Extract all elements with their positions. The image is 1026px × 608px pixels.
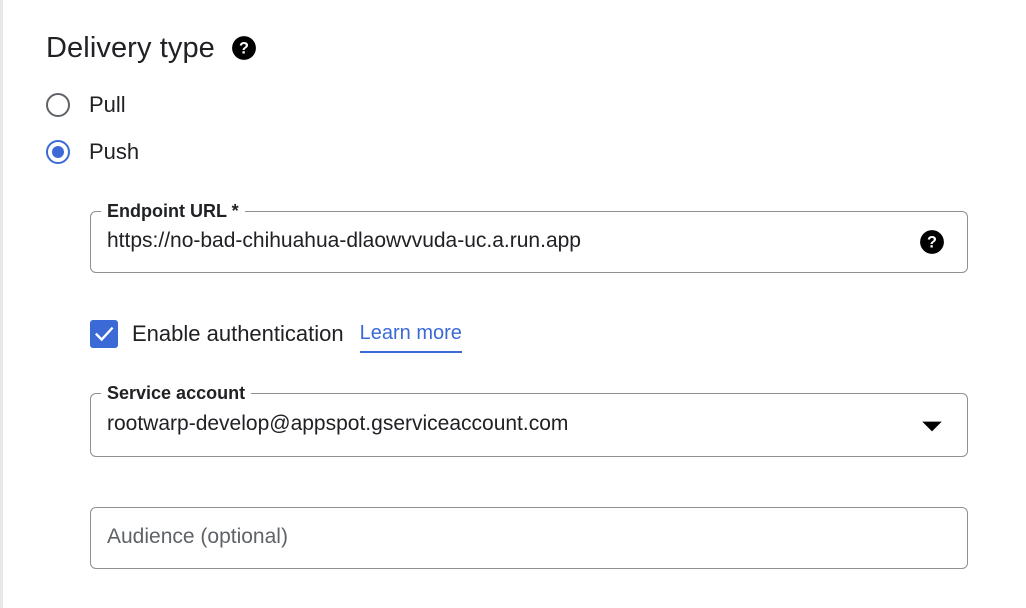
panel-divider [0,0,3,608]
svg-text:?: ? [239,40,249,58]
service-account-value: rootwarp-develop@appspot.gserviceaccount… [107,412,569,435]
radio-button-push[interactable] [46,140,70,164]
help-icon[interactable]: ? [231,35,257,61]
check-icon [94,326,114,342]
endpoint-url-input[interactable]: https://no-bad-chihuahua-dlaowvvuda-uc.a… [107,229,581,253]
endpoint-help-icon[interactable]: ? [919,229,945,255]
radio-label-push: Push [89,139,140,164]
radio-label-pull: Pull [89,92,126,117]
radio-option-push[interactable]: Push [46,139,139,165]
endpoint-url-label: Endpoint URL * [101,198,245,224]
service-account-select[interactable]: Service account rootwarp-develop@appspot… [90,380,968,457]
radio-button-pull[interactable] [46,93,70,117]
svg-text:?: ? [927,234,937,252]
endpoint-url-field[interactable]: Endpoint URL * https://no-bad-chihuahua-… [90,198,968,273]
audience-field[interactable]: Audience (optional) [90,507,968,569]
radio-selected-dot [52,146,64,158]
dropdown-arrow-icon[interactable] [919,413,945,439]
service-account-label: Service account [101,380,252,406]
section-header: Delivery type ? [46,28,257,68]
delivery-type-panel: Delivery type ? Pull Push Endpoint URL *… [0,0,1026,608]
audience-input-placeholder[interactable]: Audience (optional) [107,525,288,549]
enable-authentication-row: Enable authentication Learn more [90,317,462,353]
learn-more-link[interactable]: Learn more [359,322,462,353]
radio-option-pull[interactable]: Pull [46,92,126,118]
enable-authentication-label: Enable authentication [132,321,344,346]
enable-authentication-checkbox[interactable] [90,320,118,348]
section-title: Delivery type [46,31,215,64]
